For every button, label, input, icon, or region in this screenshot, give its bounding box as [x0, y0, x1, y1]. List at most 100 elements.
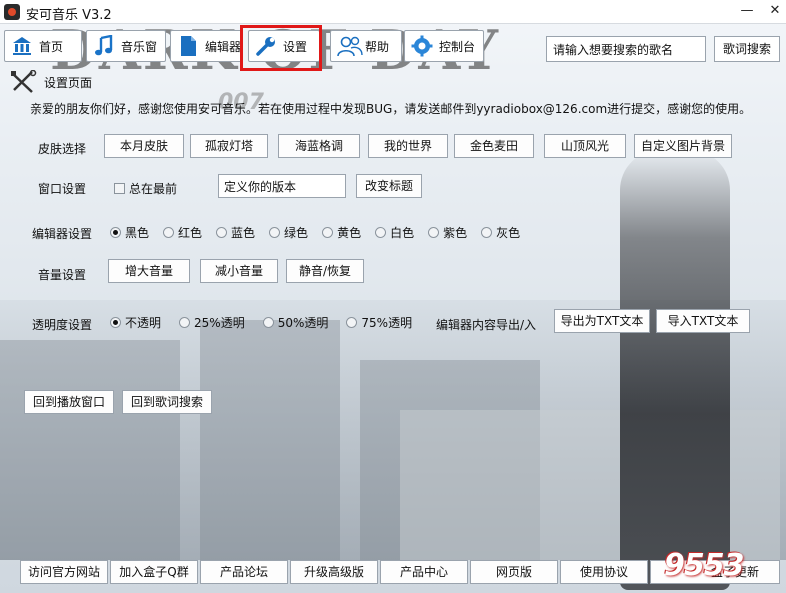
- web-version-button[interactable]: 网页版: [470, 560, 558, 584]
- tools-icon: [10, 69, 38, 94]
- radio-dot[interactable]: [262, 317, 274, 328]
- editor-color-option[interactable]: 灰色: [481, 224, 520, 241]
- volume-up-button[interactable]: 增大音量: [108, 259, 190, 283]
- skin-option-button[interactable]: 我的世界: [368, 134, 448, 158]
- document-icon: [177, 35, 199, 57]
- radio-dot[interactable]: [346, 317, 358, 328]
- forum-button[interactable]: 产品论坛: [200, 560, 288, 584]
- nav-home-button[interactable]: 首页: [4, 30, 82, 62]
- opacity-option[interactable]: 不透明: [110, 314, 161, 331]
- official-site-button[interactable]: 访问官方网站: [20, 560, 108, 584]
- editor-color-option[interactable]: 黑色: [110, 224, 149, 241]
- radio-dot[interactable]: [216, 227, 228, 238]
- mute-toggle-button[interactable]: 静音/恢复: [286, 259, 364, 283]
- opacity-label: 透明度设置: [32, 318, 93, 332]
- nav-editor-button[interactable]: 编辑器: [170, 30, 242, 62]
- skin-option-button[interactable]: 海蓝格调: [278, 134, 360, 158]
- nav-help-button[interactable]: 帮助: [330, 30, 402, 62]
- opacity-option[interactable]: 75%透明: [346, 314, 412, 331]
- music-note-icon: [93, 34, 115, 57]
- radio-label: 不透明: [125, 316, 162, 330]
- radio-label: 50%透明: [277, 316, 329, 330]
- users-icon: [337, 35, 363, 57]
- upgrade-button[interactable]: 升级高级版: [290, 560, 378, 584]
- terms-button[interactable]: 使用协议: [560, 560, 648, 584]
- skin-option-button[interactable]: 山顶风光: [544, 134, 626, 158]
- radio-dot[interactable]: [481, 227, 493, 238]
- background-building: [200, 320, 340, 560]
- radio-label: 黑色: [125, 226, 150, 240]
- always-on-top-checkbox[interactable]: 总在最前: [114, 180, 177, 197]
- radio-dot[interactable]: [110, 317, 121, 328]
- radio-label: 红色: [178, 226, 203, 240]
- nav-settings-button[interactable]: 设置: [248, 30, 320, 62]
- radio-dot[interactable]: [179, 317, 191, 328]
- editor-color-option[interactable]: 红色: [163, 224, 202, 241]
- product-center-button[interactable]: 产品中心: [380, 560, 468, 584]
- back-to-lyrics-button[interactable]: 回到歌词搜索: [122, 390, 212, 414]
- nav-settings-label: 设置: [283, 39, 308, 54]
- editor-settings-label: 编辑器设置: [32, 227, 93, 241]
- window-title: 安可音乐 V3.2: [26, 8, 112, 23]
- nav-music-label: 音乐窗: [121, 39, 158, 54]
- window-settings-label: 窗口设置: [38, 182, 87, 196]
- skin-label: 皮肤选择: [38, 142, 87, 156]
- back-to-player-button[interactable]: 回到播放窗口: [24, 390, 114, 414]
- song-search-input[interactable]: [546, 36, 706, 62]
- opacity-radio-group: 不透明 25%透明 50%透明 75%透明: [110, 314, 422, 331]
- wrench-icon: [255, 35, 277, 57]
- editor-color-radio-group: 黑色 红色 蓝色 绿色 黄色 白色 紫色 灰色: [110, 224, 530, 241]
- nav-music-button[interactable]: 音乐窗: [86, 30, 166, 62]
- volume-down-button[interactable]: 减小音量: [200, 259, 278, 283]
- section-header: 设置页面: [10, 69, 92, 94]
- editor-color-option[interactable]: 白色: [375, 224, 414, 241]
- editor-color-option[interactable]: 绿色: [269, 224, 308, 241]
- lyrics-search-button[interactable]: 歌词搜索: [714, 36, 780, 62]
- checkbox-box[interactable]: [114, 183, 125, 194]
- nav-console-button[interactable]: 控制台: [404, 30, 484, 62]
- radio-label: 紫色: [443, 226, 468, 240]
- change-title-button[interactable]: 改变标题: [356, 174, 422, 198]
- editor-color-option[interactable]: 黄色: [322, 224, 361, 241]
- background-building: [0, 340, 180, 560]
- radio-label: 黄色: [337, 226, 362, 240]
- close-button[interactable]: ✕: [760, 2, 786, 20]
- nav-help-label: 帮助: [365, 39, 390, 54]
- editor-color-option[interactable]: 紫色: [428, 224, 467, 241]
- skin-option-button[interactable]: 金色麦田: [454, 134, 534, 158]
- version-title-input[interactable]: [218, 174, 346, 198]
- bank-home-icon: [11, 35, 33, 57]
- custom-background-button[interactable]: 自定义图片背景: [634, 134, 732, 158]
- title-bar: 安可音乐 V3.2 — ✕: [0, 0, 786, 24]
- join-qq-group-button[interactable]: 加入盒子Q群: [110, 560, 198, 584]
- editor-color-option[interactable]: 蓝色: [216, 224, 255, 241]
- radio-label: 灰色: [496, 226, 521, 240]
- volume-label: 音量设置: [38, 268, 87, 282]
- gear-icon: [411, 35, 433, 57]
- radio-label: 25%透明: [194, 316, 245, 330]
- radio-label: 白色: [390, 226, 415, 240]
- nav-editor-label: 编辑器: [205, 39, 242, 54]
- export-txt-button[interactable]: 导出为TXT文本: [554, 309, 650, 333]
- opacity-option[interactable]: 25%透明: [179, 314, 245, 331]
- minimize-button[interactable]: —: [732, 2, 762, 20]
- opacity-option[interactable]: 50%透明: [262, 314, 329, 331]
- radio-label: 75%透明: [361, 316, 413, 330]
- radio-label: 绿色: [284, 226, 309, 240]
- radio-dot[interactable]: [375, 227, 387, 238]
- radio-dot[interactable]: [110, 227, 121, 238]
- import-txt-button[interactable]: 导入TXT文本: [656, 309, 750, 333]
- radio-dot[interactable]: [163, 227, 175, 238]
- skin-option-button[interactable]: 孤寂灯塔: [190, 134, 268, 158]
- radio-dot[interactable]: [428, 227, 440, 238]
- skin-option-button[interactable]: 本月皮肤: [104, 134, 184, 158]
- app-logo-icon: [4, 4, 20, 20]
- radio-dot[interactable]: [322, 227, 334, 238]
- background-person: [620, 150, 730, 590]
- always-on-top-label: 总在最前: [129, 182, 178, 196]
- welcome-notice: 亲爱的朋友你们好，感谢您使用安可音乐。若在使用过程中发现BUG，请发送邮件到yy…: [30, 102, 752, 116]
- site-watermark: 9553: [664, 548, 744, 583]
- radio-label: 蓝色: [231, 226, 256, 240]
- radio-dot[interactable]: [269, 227, 281, 238]
- nav-console-label: 控制台: [439, 39, 476, 54]
